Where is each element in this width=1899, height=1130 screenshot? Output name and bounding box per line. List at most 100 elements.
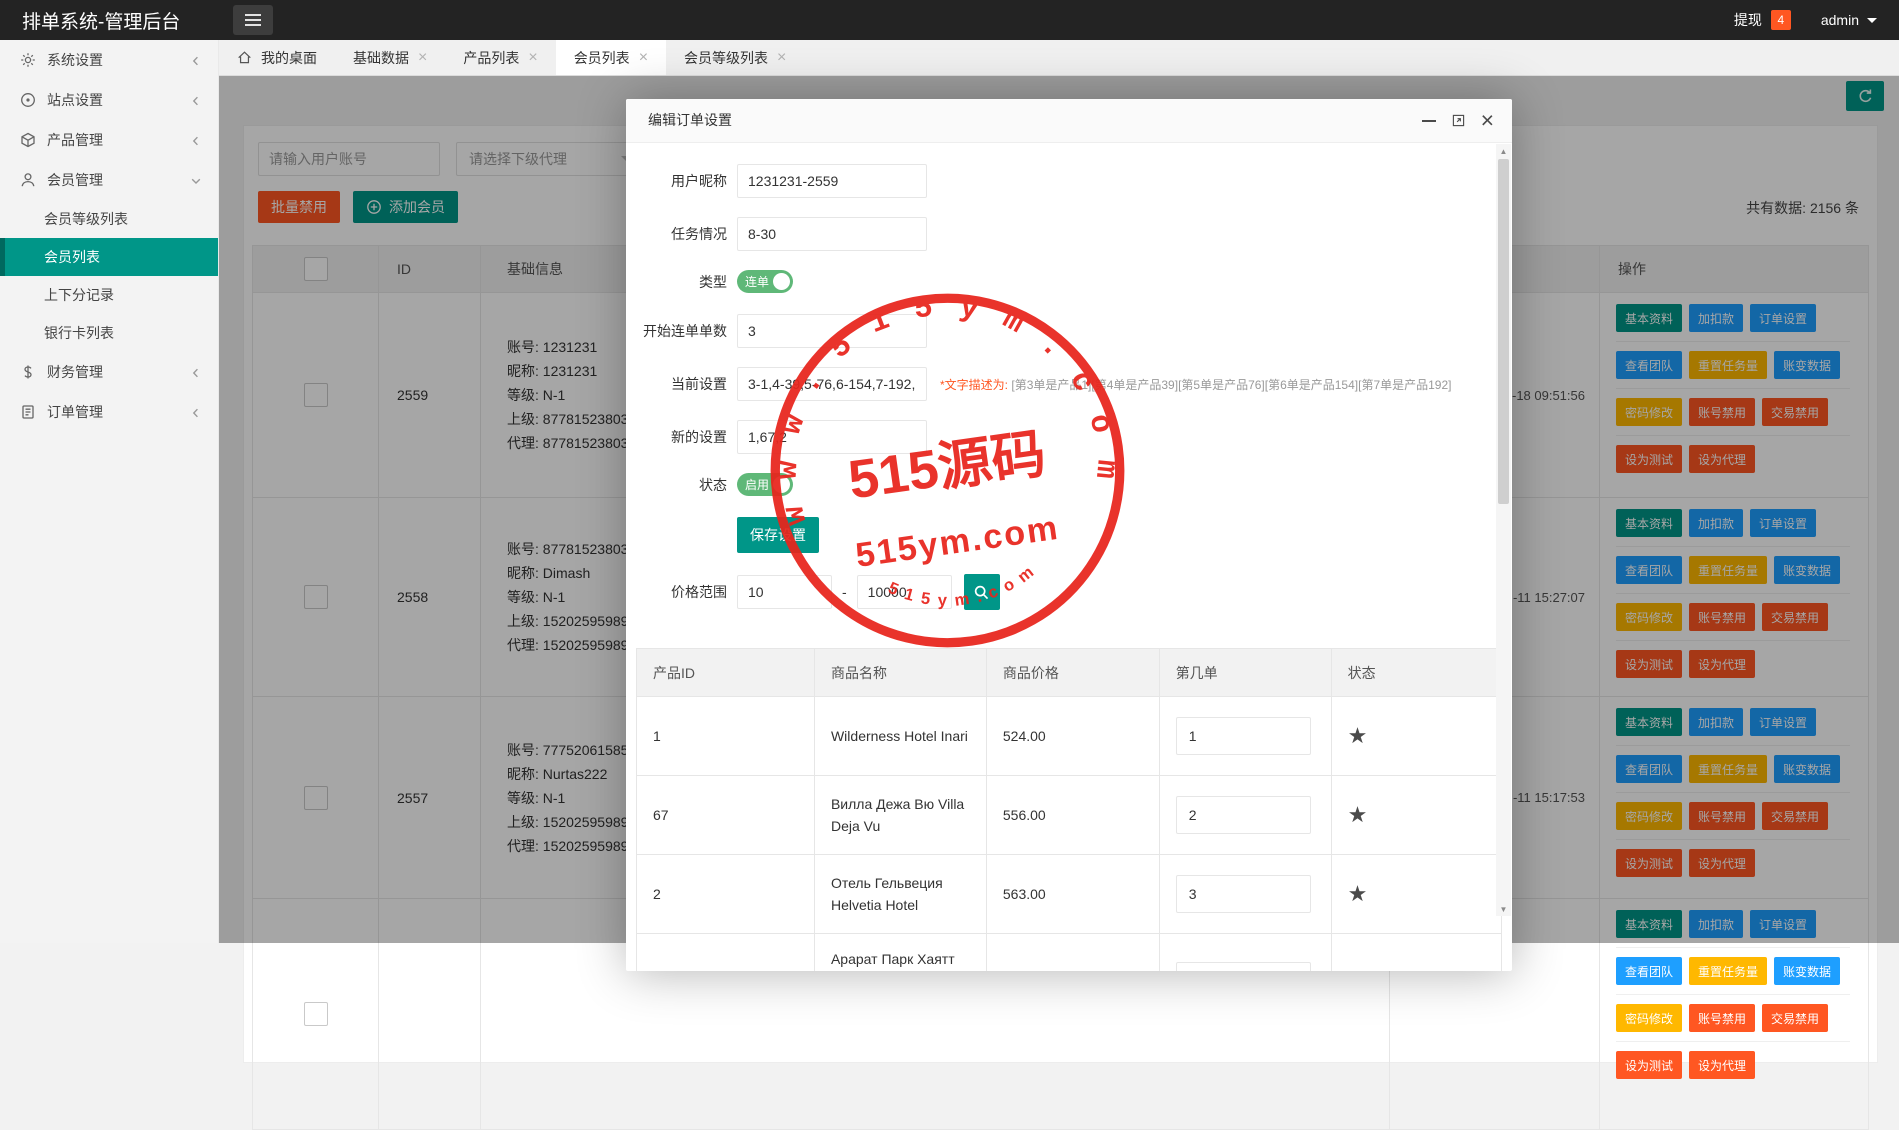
product-row: 26Арарат Парк Хаятт Москва Ararat Park H… [637, 934, 1501, 971]
product-cell-id: 26 [637, 934, 815, 971]
gear-icon [20, 52, 36, 68]
app-title: 排单系统-管理后台 [22, 11, 181, 33]
minimize-icon[interactable] [1421, 119, 1436, 122]
top-bar: 排单系统-管理后台 提现 4 admin [0, 0, 1899, 40]
close-icon[interactable]: × [1481, 109, 1494, 132]
product-row: 1Wilderness Hotel Inari524.00 ★ [637, 697, 1501, 776]
product-header-cell: 第几单 [1160, 649, 1332, 696]
action-button[interactable]: 账变数据 [1774, 957, 1841, 985]
search-icon [973, 584, 990, 601]
product-cell-status: ★ [1332, 697, 1501, 775]
type-toggle[interactable]: 连单 [737, 270, 794, 293]
product-cell-price: 556.00 [987, 776, 1160, 854]
tab[interactable]: 会员列表 × [555, 40, 667, 75]
sidebar-item-label: 订单管理 [47, 404, 103, 420]
sidebar-subitem[interactable]: 会员列表 [0, 238, 218, 276]
chevron-left-icon [190, 406, 202, 418]
sidebar-item-label: 会员管理 [47, 172, 103, 188]
nickname-label: 用户昵称 [671, 173, 727, 189]
sidebar-item-3[interactable]: 会员管理 [0, 160, 218, 200]
action-button-line: 密码修改 账号禁用 交易禁用 [1616, 995, 1850, 1042]
sidebar-subitem[interactable]: 上下分记录 [0, 276, 218, 314]
product-cell-name: Отель Гельвеция Helvetia Hotel [815, 855, 987, 933]
order-number-input[interactable] [1175, 962, 1311, 971]
action-button[interactable]: 密码修改 [1616, 1004, 1683, 1032]
product-header-cell: 商品价格 [987, 649, 1160, 696]
tab-close-icon[interactable]: × [418, 49, 427, 66]
chevron-down-icon [190, 174, 202, 186]
star-filled-icon[interactable]: ★ [1348, 804, 1368, 826]
username: admin [1820, 12, 1859, 28]
hamburger-menu-button[interactable] [233, 5, 273, 35]
price-min-input[interactable] [737, 575, 832, 609]
start-count-label: 开始连单单数 [643, 323, 727, 339]
scrollbar-thumb[interactable] [1498, 159, 1509, 504]
scroll-up-icon[interactable]: ▲ [1496, 144, 1511, 158]
action-button[interactable]: 交易禁用 [1762, 1004, 1829, 1032]
status-toggle[interactable]: 启用 [737, 473, 794, 496]
save-settings-button[interactable]: 保存设置 [737, 517, 819, 553]
price-search-button[interactable] [963, 574, 1000, 610]
current-setting-input[interactable] [737, 367, 927, 401]
modal-scrollbar[interactable]: ▲ ▼ [1496, 144, 1511, 916]
current-setting-label: 当前设置 [671, 376, 727, 392]
star-filled-icon[interactable]: ★ [1348, 725, 1368, 747]
tab-bar: 我的桌面 基础数据 × 产品列表 × 会员列表 × 会员等级列表 × [219, 40, 1899, 76]
product-header-cell: 产品ID [637, 649, 815, 696]
maximize-icon[interactable] [1452, 114, 1465, 127]
product-row: 2Отель Гельвеция Helvetia Hotel563.00 ★ [637, 855, 1501, 934]
page: { "colors": {"teal":"#009688","blue":"#1… [0, 0, 1899, 1130]
sidebar-submenu: 会员等级列表 会员列表 上下分记录 银行卡列表 [0, 200, 218, 352]
action-button[interactable]: 设为测试 [1616, 1051, 1683, 1079]
current-setting-note: *文字描述为: [第3单是产品1][第4单是产品39][第5单是产品76][第6… [940, 377, 1452, 392]
action-button[interactable]: 重置任务量 [1689, 957, 1768, 985]
tab[interactable]: 我的桌面 [219, 40, 335, 75]
withdraw-menu[interactable]: 提现 4 [1734, 10, 1791, 30]
product-cell-id: 1 [637, 697, 815, 775]
modal-controls: × [1421, 99, 1494, 142]
tab-label: 基础数据 [353, 49, 409, 66]
nickname-input[interactable] [737, 164, 927, 198]
tab[interactable]: 会员等级列表 × [666, 40, 804, 75]
sidebar-subitem[interactable]: 银行卡列表 [0, 314, 218, 352]
tab-close-icon[interactable]: × [777, 49, 786, 66]
tab[interactable]: 基础数据 × [335, 40, 445, 75]
product-cell-order [1160, 776, 1332, 854]
new-setting-input[interactable] [737, 420, 927, 454]
user-icon [20, 172, 36, 188]
sidebar-item-label: 系统设置 [47, 52, 103, 68]
product-cell-id: 67 [637, 776, 815, 854]
star-empty-icon[interactable]: ☆ [1348, 970, 1368, 972]
action-button[interactable]: 查看团队 [1616, 957, 1683, 985]
action-button[interactable]: 账号禁用 [1689, 1004, 1756, 1032]
order-icon [20, 404, 36, 420]
tab-close-icon[interactable]: × [639, 49, 648, 66]
price-max-input[interactable] [856, 575, 952, 609]
user-dropdown[interactable]: admin [1821, 12, 1877, 28]
row-checkbox[interactable] [303, 1002, 328, 1026]
sidebar-item-5[interactable]: 订单管理 [0, 392, 218, 432]
modal-header: 编辑订单设置 × [626, 99, 1512, 143]
order-number-input[interactable] [1175, 717, 1311, 755]
start-count-input[interactable] [737, 314, 927, 348]
withdraw-label: 提现 [1733, 12, 1762, 28]
order-number-input[interactable] [1175, 875, 1311, 913]
tab[interactable]: 产品列表 × [445, 40, 555, 75]
action-button-line: 设为测试 设为代理 [1616, 1042, 1850, 1088]
sidebar-item-1[interactable]: 站点设置 [0, 80, 218, 120]
product-cell-status: ★ [1332, 776, 1501, 854]
sidebar-item-2[interactable]: 产品管理 [0, 120, 218, 160]
order-number-input[interactable] [1175, 796, 1311, 834]
task-input[interactable] [737, 217, 927, 251]
sidebar-item-0[interactable]: 系统设置 [0, 40, 218, 80]
action-button[interactable]: 设为代理 [1689, 1051, 1756, 1079]
scroll-down-icon[interactable]: ▼ [1496, 902, 1511, 916]
chevron-left-icon [190, 54, 202, 66]
sidebar-item-4[interactable]: 财务管理 [0, 352, 218, 392]
tab-label: 产品列表 [463, 49, 520, 66]
tab-close-icon[interactable]: × [528, 49, 537, 66]
star-filled-icon[interactable]: ★ [1348, 883, 1368, 905]
sidebar: 系统设置站点设置 产品管理会员管理会员等级列表 会员列表 上下分记录 银行卡列表 财务管理… [0, 40, 219, 943]
product-icon [20, 132, 36, 148]
sidebar-subitem[interactable]: 会员等级列表 [0, 200, 218, 238]
